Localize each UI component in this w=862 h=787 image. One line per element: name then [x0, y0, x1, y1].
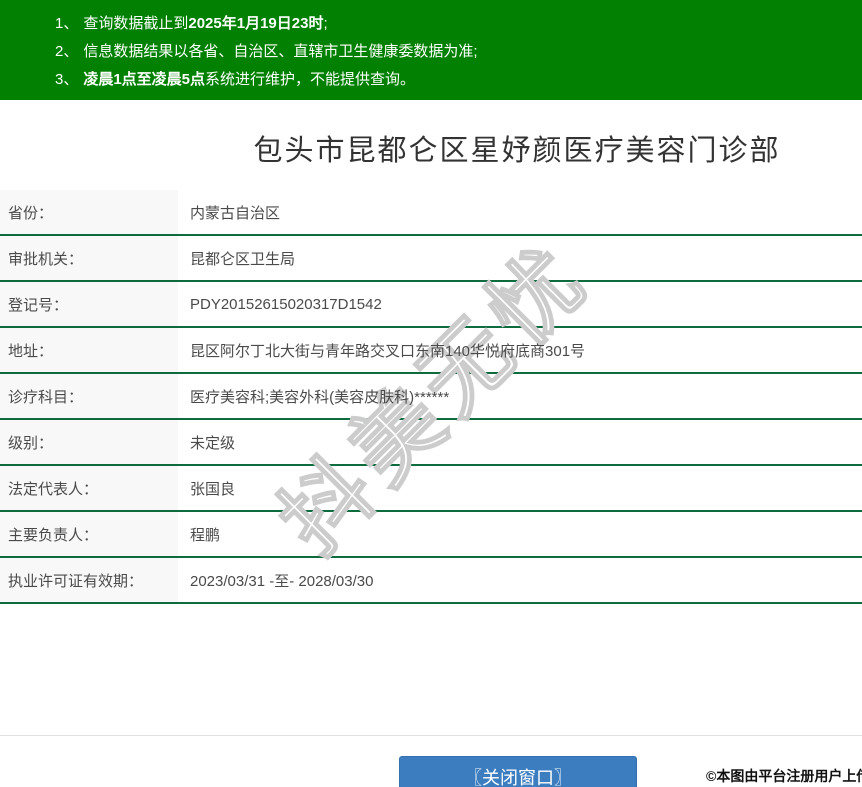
footer-divider	[0, 735, 862, 736]
table-row-approval-authority: 审批机关： 昆都仑区卫生局	[0, 236, 862, 282]
row-value: 未定级	[190, 434, 236, 452]
row-value: 张国良	[190, 480, 236, 498]
row-value: 昆区阿尔丁北大街与青年路交叉口东南140华悦府底商301号	[190, 342, 586, 360]
page-title: 包头市昆都仑区星妤颜医疗美容门诊部	[253, 135, 781, 167]
row-label: 法定代表人：	[0, 466, 178, 510]
row-label: 省份：	[0, 190, 178, 234]
row-value: 医疗美容科;美容外科(美容皮肤科)******	[190, 388, 450, 406]
query-result-page: 1、 查询数据截止到2025年1月19日23时; 2、 信息数据结果以各省、自治区、…	[0, 0, 862, 787]
row-label: 级别：	[0, 420, 178, 464]
row-label: 诊疗科目：	[0, 374, 178, 418]
table-row-clinical-departments: 诊疗科目： 医疗美容科;美容外科(美容皮肤科)******	[0, 374, 862, 420]
table-row-registration-number: 登记号： PDY20152615020317D1542	[0, 282, 862, 328]
close-window-button[interactable]: 〖关闭窗口〗	[399, 756, 637, 787]
table-row-legal-representative: 法定代表人： 张国良	[0, 466, 862, 512]
row-value: PDY20152615020317D1542	[190, 295, 382, 313]
notice-line-1: 1、 查询数据截止到2025年1月19日23时;	[55, 10, 852, 38]
row-label: 地址：	[0, 328, 178, 372]
table-row-principal: 主要负责人： 程鹏	[0, 512, 862, 558]
table-row-address: 地址： 昆区阿尔丁北大街与青年路交叉口东南140华悦府底商301号	[0, 328, 862, 374]
row-value: 程鹏	[190, 526, 221, 544]
notice-line-3: 3、 凌晨1点至凌晨5点系统进行维护，不能提供查询。	[55, 66, 852, 94]
row-label: 主要负责人：	[0, 512, 178, 556]
notice-text-bold: 2025年1月19日23时	[188, 15, 324, 32]
row-label: 执业许可证有效期：	[0, 558, 178, 602]
notice-text: ;	[323, 15, 328, 32]
notice-banner: 1、 查询数据截止到2025年1月19日23时; 2、 信息数据结果以各省、自治区、…	[0, 0, 862, 100]
row-label: 审批机关：	[0, 236, 178, 280]
upload-stamp: ©本图由平台注册用户上传	[706, 768, 862, 784]
notice-text: 信息数据结果以各省、自治区、直辖市卫生健康委数据为准;	[83, 43, 478, 60]
notice-text: 查询数据截止到	[83, 15, 189, 32]
table-row-province: 省份： 内蒙古自治区	[0, 190, 862, 236]
notice-number: 1、	[55, 15, 79, 32]
row-value: 2023/03/31 -至- 2028/03/30	[190, 572, 374, 590]
notice-number: 3、	[55, 71, 79, 88]
table-row-level: 级别： 未定级	[0, 420, 862, 466]
notice-line-2: 2、 信息数据结果以各省、自治区、直辖市卫生健康委数据为准;	[55, 38, 852, 66]
info-table: 省份： 内蒙古自治区 审批机关： 昆都仑区卫生局 登记号： PDY2015261…	[0, 190, 862, 604]
row-label: 登记号：	[0, 282, 178, 326]
row-value: 内蒙古自治区	[190, 204, 281, 222]
notice-text-bold: 凌晨1点至凌晨5点	[83, 71, 206, 88]
row-value: 昆都仑区卫生局	[190, 250, 296, 268]
notice-number: 2、	[55, 43, 79, 60]
table-row-license-validity: 执业许可证有效期： 2023/03/31 -至- 2028/03/30	[0, 558, 862, 604]
notice-text: 系统进行维护，不能提供查询。	[205, 71, 416, 88]
